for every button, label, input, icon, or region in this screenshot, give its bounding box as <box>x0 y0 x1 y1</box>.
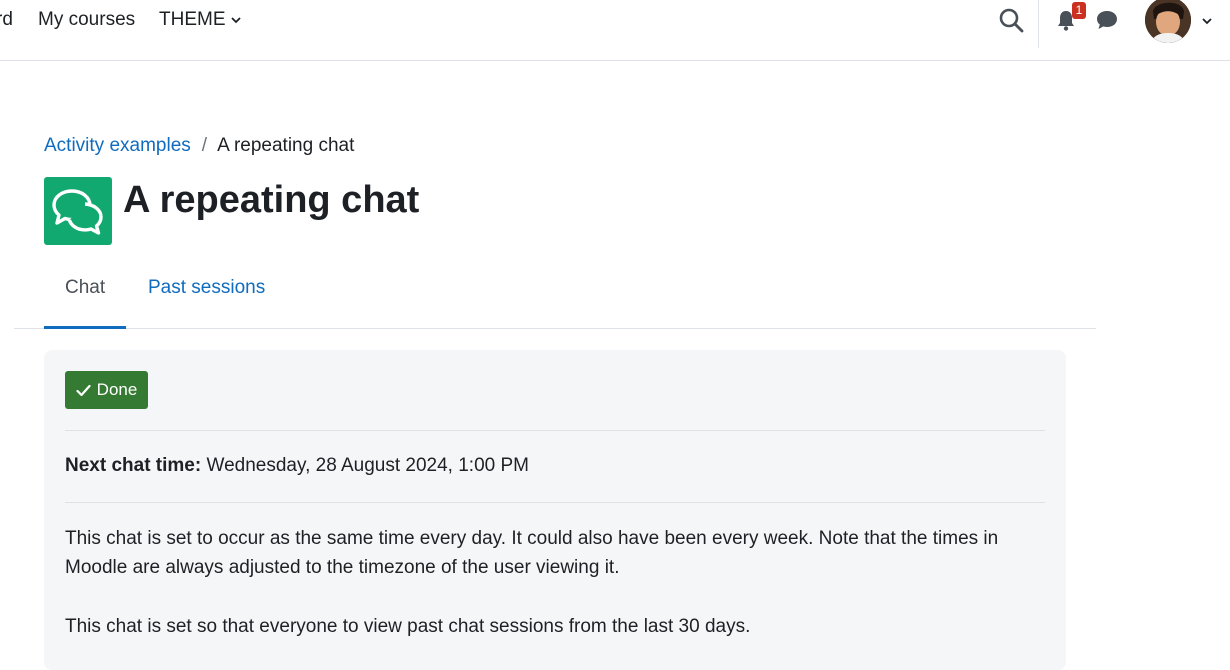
nav-theme-menu[interactable]: THEME <box>159 9 242 31</box>
breadcrumb-activity-examples[interactable]: Activity examples <box>44 135 191 156</box>
chevron-down-icon <box>230 17 241 24</box>
nav-theme-label: THEME <box>159 9 226 30</box>
tab-chat[interactable]: Chat <box>44 260 127 329</box>
breadcrumb-separator: / <box>201 135 208 156</box>
breadcrumb: Activity examples / A repeating chat <box>44 134 354 158</box>
nav-dashboard-link[interactable]: rd <box>0 9 13 31</box>
search-icon[interactable] <box>998 7 1024 33</box>
navbar-divider <box>1038 0 1039 48</box>
top-navbar: rd My courses THEME 1 <box>0 0 1230 61</box>
user-avatar[interactable] <box>1145 0 1191 43</box>
next-chat-time-label: Next chat time: <box>65 455 202 476</box>
divider <box>65 502 1045 503</box>
check-icon <box>76 384 91 396</box>
done-button[interactable]: Done <box>65 371 148 409</box>
secondary-tabs: Chat Past sessions <box>14 260 1096 329</box>
breadcrumb-current: A repeating chat <box>217 135 355 156</box>
next-chat-time: Next chat time: Wednesday, 28 August 202… <box>65 454 529 478</box>
chat-bubble-icon[interactable] <box>1095 9 1119 31</box>
done-label: Done <box>96 380 138 399</box>
notification-count-badge: 1 <box>1072 2 1086 19</box>
chevron-down-icon[interactable] <box>1200 14 1214 28</box>
description-paragraph: This chat is set to occur as the same ti… <box>65 528 999 578</box>
next-chat-time-value: Wednesday, 28 August 2024, 1:00 PM <box>206 455 530 476</box>
nav-my-courses-link[interactable]: My courses <box>38 9 135 31</box>
user-photo <box>1145 0 1191 43</box>
divider <box>65 430 1045 431</box>
page-title: A repeating chat <box>123 179 420 221</box>
description-paragraph: This chat is set so that everyone to vie… <box>65 616 751 637</box>
tab-past-sessions[interactable]: Past sessions <box>127 260 286 326</box>
activity-content-card: Done Next chat time: Wednesday, 28 Augus… <box>44 350 1066 670</box>
chat-activity-icon <box>44 177 112 245</box>
